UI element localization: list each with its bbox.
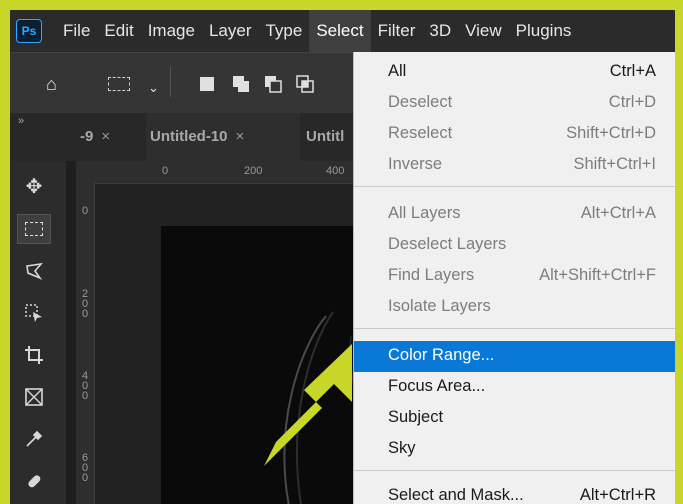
vertical-ruler: 0 2 0 0 4 0 0 6 0 0 xyxy=(76,161,95,504)
tab-untitled-9[interactable]: -9 × xyxy=(80,113,110,161)
menu-item-label: Focus Area... xyxy=(388,377,486,395)
menu-item-label: All Layers xyxy=(388,204,461,222)
menu-item-all-layers[interactable]: All Layers Alt+Ctrl+A xyxy=(354,199,675,230)
healing-brush-tool-icon[interactable] xyxy=(18,467,50,495)
tab-close-icon[interactable]: × xyxy=(101,128,110,145)
menu-3d[interactable]: 3D xyxy=(422,10,458,52)
menu-item-find-layers[interactable]: Find Layers Alt+Shift+Ctrl+F xyxy=(354,261,675,292)
options-divider xyxy=(170,67,171,97)
tab-label: Untitl xyxy=(306,128,345,145)
menu-item-label: All xyxy=(388,62,407,80)
select-dropdown-menu: All Ctrl+A Deselect Ctrl+D Reselect Shif… xyxy=(353,52,675,504)
menu-separator xyxy=(354,470,675,471)
menu-item-sky[interactable]: Sky xyxy=(354,434,675,465)
tab-label: Untitled-10 xyxy=(150,128,228,145)
menu-file[interactable]: File xyxy=(56,10,97,52)
menu-separator xyxy=(354,186,675,187)
menu-item-label: Deselect xyxy=(388,93,453,111)
menu-item-color-range[interactable]: Color Range... xyxy=(354,341,675,372)
menu-item-deselect[interactable]: Deselect Ctrl+D xyxy=(354,88,675,119)
object-selection-tool-icon[interactable] xyxy=(18,299,50,327)
ruler-label: 200 xyxy=(244,165,263,177)
ruler-label: 400 xyxy=(326,165,345,177)
tab-close-icon[interactable]: × xyxy=(236,128,245,145)
photoshop-window: Ps File Edit Image Layer Type Select Fil… xyxy=(10,10,675,504)
menu-item-label: Inverse xyxy=(388,155,443,173)
move-tool-icon[interactable]: ✥ xyxy=(18,173,50,201)
eyedropper-tool-icon[interactable] xyxy=(18,425,50,453)
menu-item-label: Color Range... xyxy=(388,346,495,364)
photoshop-logo: Ps xyxy=(16,19,42,43)
menu-plugins[interactable]: Plugins xyxy=(509,10,579,52)
tab-label: -9 xyxy=(80,128,94,145)
menu-item-shortcut: Alt+Shift+Ctrl+F xyxy=(539,266,656,284)
ruler-label: 0 xyxy=(82,205,89,217)
marquee-tool-icon[interactable] xyxy=(17,214,51,244)
menu-item-shortcut: Shift+Ctrl+I xyxy=(573,155,656,173)
menu-filter[interactable]: Filter xyxy=(371,10,423,52)
ruler-label: 2 0 0 xyxy=(82,288,89,320)
crop-tool-icon[interactable] xyxy=(18,341,50,369)
tab-untitled-11[interactable]: Untitl xyxy=(306,113,344,161)
menu-item-label: Select and Mask... xyxy=(388,486,524,504)
ruler-label: 6 0 0 xyxy=(82,452,89,484)
subtract-from-selection-icon[interactable] xyxy=(264,75,282,96)
marquee-preset-icon[interactable] xyxy=(108,77,130,91)
menu-item-label: Isolate Layers xyxy=(388,297,491,315)
menu-item-shortcut: Shift+Ctrl+D xyxy=(566,124,656,142)
menu-item-label: Subject xyxy=(388,408,444,426)
menu-item-focus-area[interactable]: Focus Area... xyxy=(354,372,675,403)
menu-item-shortcut: Alt+Ctrl+A xyxy=(580,204,656,222)
menu-view[interactable]: View xyxy=(458,10,509,52)
menu-item-label: Sky xyxy=(388,439,416,457)
tab-untitled-10[interactable]: Untitled-10 × xyxy=(146,113,300,161)
intersect-selection-icon[interactable] xyxy=(296,75,314,96)
menu-bar: Ps File Edit Image Layer Type Select Fil… xyxy=(10,10,675,52)
menu-item-subject[interactable]: Subject xyxy=(354,403,675,434)
ruler-label: 0 xyxy=(162,165,169,177)
menu-item-shortcut: Ctrl+D xyxy=(608,93,656,111)
menu-item-inverse[interactable]: Inverse Shift+Ctrl+I xyxy=(354,150,675,181)
menu-item-shortcut: Ctrl+A xyxy=(609,62,656,80)
menu-edit[interactable]: Edit xyxy=(97,10,140,52)
menu-item-shortcut: Alt+Ctrl+R xyxy=(579,486,656,504)
menu-item-deselect-layers[interactable]: Deselect Layers xyxy=(354,230,675,261)
menu-separator xyxy=(354,328,675,329)
ruler-label: 4 0 0 xyxy=(82,370,89,402)
menu-image[interactable]: Image xyxy=(141,10,202,52)
menu-item-label: Deselect Layers xyxy=(388,235,507,253)
menu-item-select-and-mask[interactable]: Select and Mask... Alt+Ctrl+R xyxy=(354,481,675,504)
menu-item-isolate-layers[interactable]: Isolate Layers xyxy=(354,292,675,323)
menu-select[interactable]: Select xyxy=(309,10,371,52)
home-icon[interactable]: ⌂ xyxy=(46,75,57,93)
menu-type[interactable]: Type xyxy=(258,10,309,52)
frame-tool-icon[interactable] xyxy=(18,383,50,411)
lasso-tool-icon[interactable] xyxy=(18,257,50,285)
menu-item-reselect[interactable]: Reselect Shift+Ctrl+D xyxy=(354,119,675,150)
add-to-selection-icon[interactable] xyxy=(232,75,250,96)
collapse-panels-icon[interactable]: » xyxy=(18,115,24,127)
new-selection-icon[interactable] xyxy=(200,77,214,91)
tools-panel: ✥ xyxy=(10,161,66,504)
menu-layer[interactable]: Layer xyxy=(202,10,259,52)
menu-item-label: Reselect xyxy=(388,124,453,142)
menu-item-all[interactable]: All Ctrl+A xyxy=(354,57,675,88)
chevron-down-icon[interactable]: ⌄ xyxy=(148,79,159,97)
menu-item-label: Find Layers xyxy=(388,266,475,284)
